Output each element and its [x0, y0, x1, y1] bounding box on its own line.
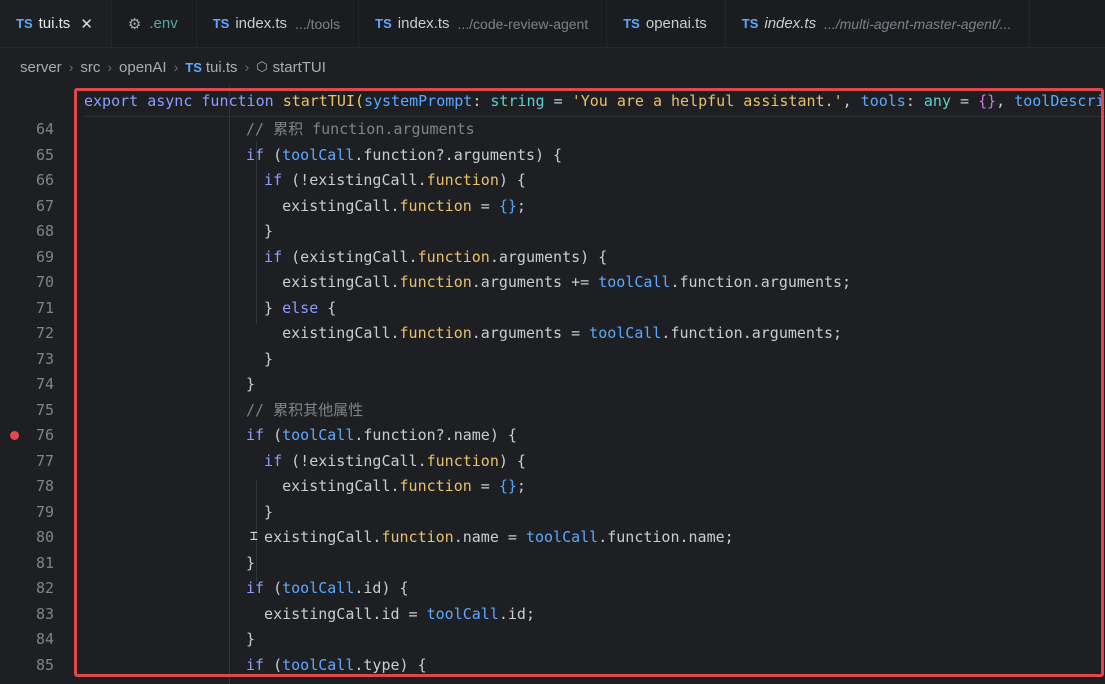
code-editor[interactable]: export async function startTUI(systemPro…: [0, 86, 1105, 684]
code-line[interactable]: if (!existingCall.function) {: [264, 449, 526, 474]
tab-openai-ts[interactable]: TS openai.ts: [607, 0, 726, 47]
code-line[interactable]: }: [264, 347, 273, 372]
tab-label: index.ts: [397, 15, 450, 32]
code-line[interactable]: if (!existingCall.function) {: [264, 168, 526, 193]
line-number[interactable]: 70: [0, 270, 54, 295]
tab-index-code-review-agent[interactable]: TS index.ts .../code-review-agent: [359, 0, 608, 47]
close-icon[interactable]: ✕: [80, 15, 93, 33]
code-line[interactable]: }: [246, 627, 255, 652]
code-line[interactable]: existingCall.function = {};: [282, 474, 526, 499]
breadcrumb-item-server[interactable]: server: [20, 59, 62, 76]
line-number[interactable]: 72: [0, 321, 54, 346]
typescript-icon: TS: [212, 16, 230, 31]
code-line[interactable]: // 累积 function.arguments: [246, 117, 475, 142]
code-line[interactable]: existingCall.id = toolCall.id;: [264, 602, 535, 627]
breadcrumb-item-src[interactable]: src: [80, 59, 100, 76]
code-line[interactable]: if (existingCall.function.arguments) {: [264, 245, 607, 270]
tab-label: tui.ts: [38, 15, 71, 32]
cube-icon: ⬡: [256, 59, 268, 74]
typescript-icon: TS: [16, 16, 33, 31]
tab-label: index.ts: [235, 15, 288, 32]
sticky-scroll-header[interactable]: export async function startTUI(systemPro…: [84, 90, 1105, 117]
line-number[interactable]: 73: [0, 347, 54, 372]
line-number[interactable]: 77: [0, 449, 54, 474]
breadcrumb-item-openai[interactable]: openAI: [119, 59, 167, 76]
typescript-icon: TS: [741, 16, 759, 31]
typescript-icon: TS: [375, 16, 392, 31]
line-number[interactable]: 74: [0, 372, 54, 397]
breadcrumb-item-file[interactable]: tui.ts: [206, 59, 238, 76]
chevron-right-icon: ›: [173, 59, 179, 75]
breakpoint-icon[interactable]: [10, 431, 19, 440]
code-line[interactable]: }: [264, 219, 273, 244]
breadcrumb: server › src › openAI › TS tui.ts › ⬡ st…: [0, 48, 1105, 86]
code-line[interactable]: }: [264, 500, 273, 525]
chevron-right-icon: ›: [244, 59, 250, 75]
tab-index-multi-agent[interactable]: TS index.ts .../multi-agent-master-agent…: [726, 0, 1031, 47]
text-cursor-icon: ⌶: [250, 529, 258, 544]
line-number-gutter: 64 65 66 67 68 69 70 71 72 73 74 75 76 77 78 79 80 81 82 83…: [0, 86, 76, 684]
line-number[interactable]: 69: [0, 245, 54, 270]
code-line[interactable]: existingCall.function.name = toolCall.fu…: [264, 525, 734, 550]
code-line[interactable]: if (toolCall.type) {: [246, 653, 427, 678]
tab-label: index.ts: [764, 15, 817, 32]
line-number[interactable]: 65: [0, 143, 54, 168]
line-number[interactable]: 76: [0, 423, 54, 448]
code-line[interactable]: existingCall.function = {};: [282, 194, 526, 219]
code-line[interactable]: }: [246, 551, 255, 576]
indent-guide: [229, 86, 230, 684]
code-line[interactable]: if (toolCall.id) {: [246, 576, 409, 601]
line-number[interactable]: 83: [0, 602, 54, 627]
code-line[interactable]: } else {: [264, 296, 336, 321]
line-number[interactable]: 67: [0, 194, 54, 219]
code-line[interactable]: if (toolCall.function?.name) {: [246, 423, 517, 448]
tab-tui-ts[interactable]: TS tui.ts ✕: [0, 0, 112, 47]
chevron-right-icon: ›: [68, 59, 74, 75]
gear-icon: ⚙: [127, 15, 142, 33]
line-number[interactable]: 81: [0, 551, 54, 576]
code-line[interactable]: existingCall.function.arguments = toolCa…: [282, 321, 842, 346]
line-number[interactable]: 82: [0, 576, 54, 601]
code-line[interactable]: // 累积其他属性: [246, 398, 363, 423]
chevron-right-icon: ›: [107, 59, 113, 75]
line-number[interactable]: 71: [0, 296, 54, 321]
indent-guide: [256, 142, 258, 324]
line-number[interactable]: 85: [0, 653, 54, 678]
tab-label: openai.ts: [645, 15, 707, 32]
tab-index-tools[interactable]: TS index.ts .../tools: [197, 0, 360, 47]
line-number[interactable]: 79: [0, 500, 54, 525]
typescript-icon: TS: [623, 16, 640, 31]
code-line[interactable]: existingCall.function.arguments += toolC…: [282, 270, 851, 295]
breadcrumb-item-symbol[interactable]: startTUI: [273, 59, 326, 76]
line-number[interactable]: 80: [0, 525, 54, 550]
typescript-icon: TS: [185, 59, 202, 75]
tab-path-hint: .../code-review-agent: [457, 15, 589, 32]
code-line[interactable]: }: [246, 372, 255, 397]
line-number[interactable]: 68: [0, 219, 54, 244]
tab-env[interactable]: ⚙ .env: [112, 0, 197, 47]
line-number[interactable]: 84: [0, 627, 54, 652]
line-number[interactable]: 78: [0, 474, 54, 499]
tab-path-hint: .../tools: [295, 15, 341, 32]
tab-label: .env: [149, 15, 178, 32]
tab-path-hint: .../multi-agent-master-agent/...: [824, 15, 1012, 32]
line-number[interactable]: 64: [0, 117, 54, 142]
code-line[interactable]: if (toolCall.function?.arguments) {: [246, 143, 562, 168]
line-number[interactable]: 75: [0, 398, 54, 423]
line-number[interactable]: 66: [0, 168, 54, 193]
editor-tab-bar: TS tui.ts ✕ ⚙ .env TS index.ts .../tools…: [0, 0, 1105, 48]
